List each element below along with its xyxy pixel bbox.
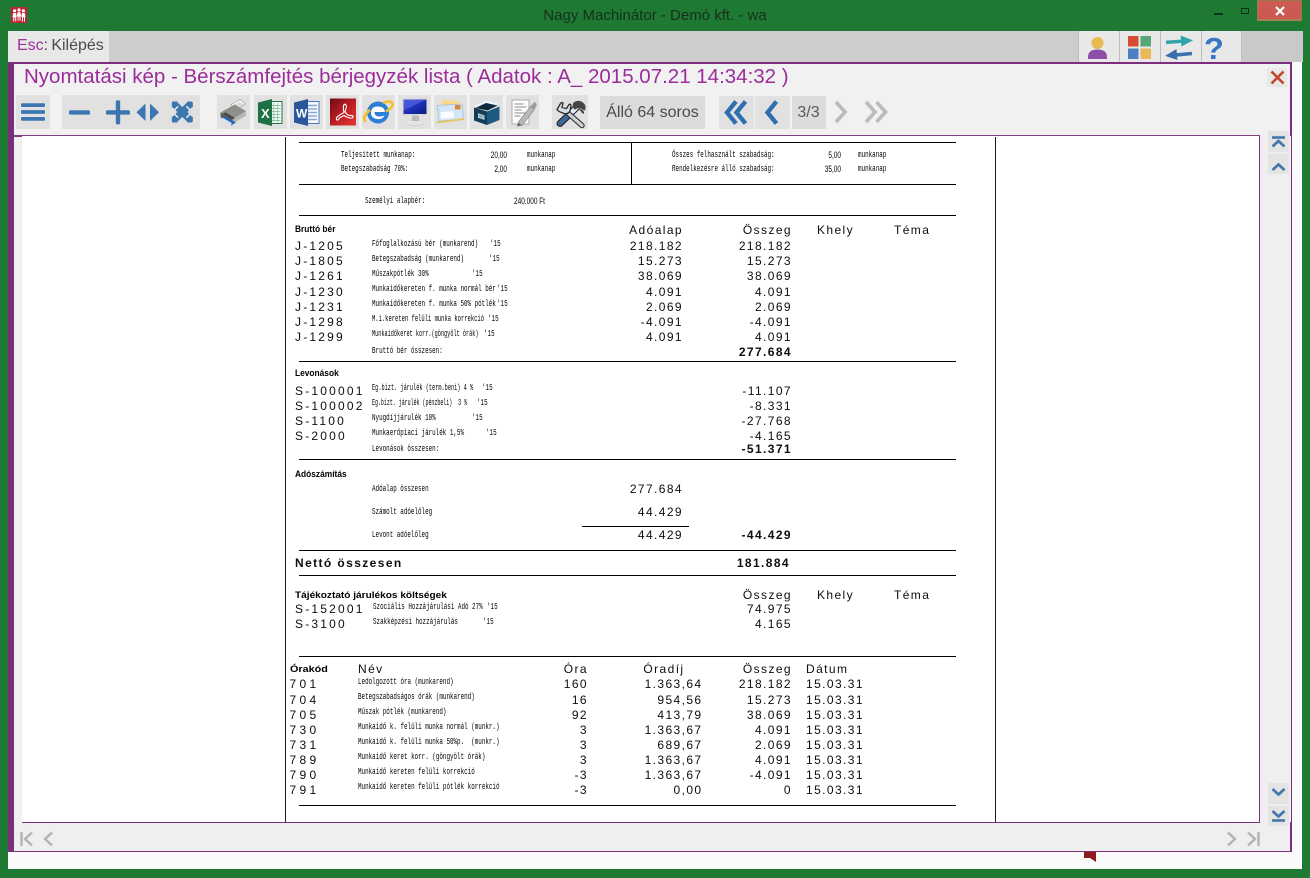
svg-text:?: ?: [1204, 31, 1224, 62]
svg-text:W: W: [296, 107, 308, 121]
svg-text:X: X: [261, 106, 270, 121]
